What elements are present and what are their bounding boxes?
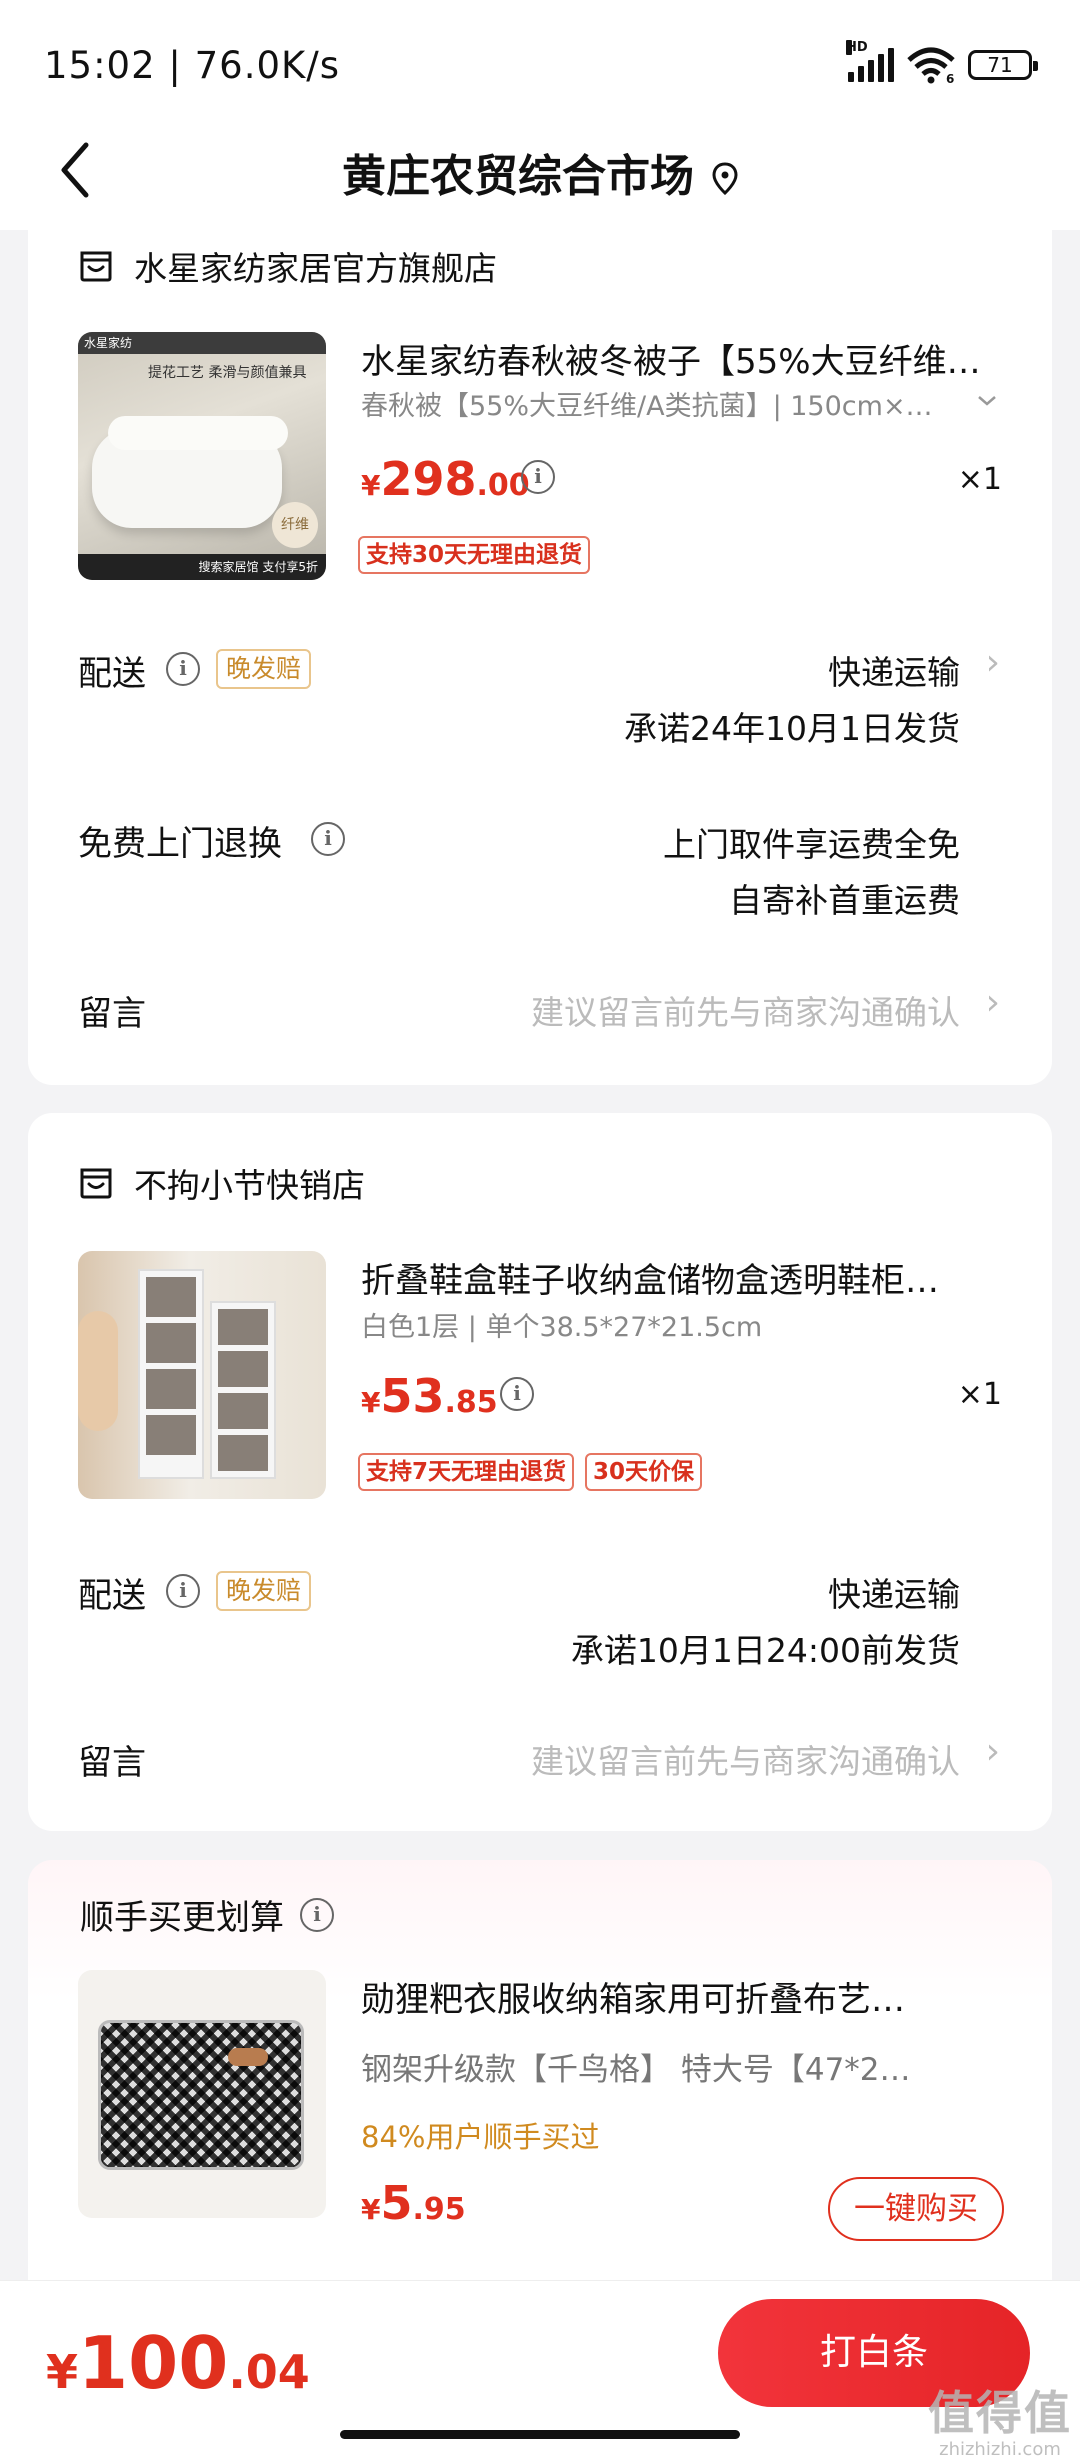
thumb-shoebox-column bbox=[138, 1269, 204, 1479]
delivery-promise: 承诺10月1日24:00前发货 bbox=[570, 1631, 960, 1670]
return-info-icon[interactable]: i bbox=[311, 822, 345, 856]
store-header[interactable]: 水星家纺家居官方旗舰店 bbox=[78, 242, 497, 290]
battery-icon: 71 bbox=[968, 50, 1038, 80]
product-price: ¥298.00 bbox=[361, 452, 530, 506]
late-compensation-tag: 晚发赔 bbox=[216, 1571, 312, 1611]
delivery-info-icon[interactable]: i bbox=[166, 652, 200, 686]
chevron-down-icon[interactable] bbox=[976, 394, 998, 408]
product-price: ¥5.95 bbox=[361, 2176, 466, 2230]
chevron-right-icon[interactable]: › bbox=[986, 982, 1000, 1023]
quick-buy-button[interactable]: 一键购买 bbox=[828, 2177, 1004, 2241]
delivery-promise: 承诺24年10月1日发货 bbox=[624, 709, 960, 748]
product-quantity: ×1 bbox=[957, 462, 1002, 497]
product-price: ¥53.85 bbox=[361, 1369, 498, 1423]
chevron-right-icon[interactable]: › bbox=[986, 1731, 1000, 1772]
return-policy-tag: 支持30天无理由退货 bbox=[358, 536, 591, 574]
price-info-icon[interactable]: i bbox=[500, 1377, 534, 1411]
location-pin-icon[interactable] bbox=[712, 162, 738, 196]
product-title[interactable]: 折叠鞋盒鞋子收纳盒储物盒透明鞋柜… bbox=[361, 1253, 1021, 1302]
product-title[interactable]: 水星家纺春秋被冬被子【55%大豆纤维… bbox=[361, 334, 1021, 383]
thumb-handle bbox=[228, 2048, 268, 2066]
delivery-info-icon[interactable]: i bbox=[166, 1574, 200, 1608]
signal-icon: HD bbox=[846, 40, 894, 82]
upsell-title: 顺手买更划算 bbox=[80, 1898, 284, 1938]
store-name: 水星家纺家居官方旗舰店 bbox=[134, 249, 497, 288]
thumb-person-shape bbox=[78, 1311, 118, 1431]
thumb-banner: 搜索家居馆 支付享5折 bbox=[78, 554, 326, 580]
thumb-headline: 提花工艺 柔滑与颜值兼具 bbox=[148, 365, 307, 381]
social-proof-text: 84%用户顺手买过 bbox=[361, 2120, 600, 2154]
home-indicator[interactable] bbox=[340, 2430, 740, 2439]
watermark: 值得值 zhizhizhi.com bbox=[928, 2377, 1072, 2460]
thumb-brand: 水星家纺 bbox=[78, 332, 326, 354]
return-service-line1: 上门取件享运费全免 bbox=[663, 825, 960, 864]
product-spec[interactable]: 白色1层 | 单个38.5*27*21.5cm bbox=[361, 1305, 762, 1344]
hd-label: HD bbox=[846, 40, 868, 55]
product-thumbnail[interactable] bbox=[78, 1251, 326, 1499]
product-title[interactable]: 勋狸粑衣服收纳箱家用可折叠布艺… bbox=[361, 1972, 1021, 2021]
thumb-badge: 纤维 bbox=[272, 502, 318, 548]
product-thumbnail[interactable] bbox=[78, 1970, 326, 2218]
product-quantity: ×1 bbox=[957, 1377, 1002, 1412]
thumb-shoebox-column bbox=[210, 1301, 276, 1479]
total-price: ¥100.04 bbox=[46, 2321, 310, 2405]
watermark-logo: 值得值 bbox=[928, 2386, 1072, 2440]
late-compensation-tag: 晚发赔 bbox=[216, 649, 312, 689]
message-input[interactable]: 建议留言前先与商家沟通确认 bbox=[531, 986, 960, 1034]
store-icon bbox=[80, 251, 112, 282]
status-icons: HD 6 71 bbox=[846, 40, 1038, 84]
thumb-duvet-top bbox=[108, 416, 288, 450]
return-policy-tag: 支持7天无理由退货 bbox=[358, 1453, 575, 1491]
return-service-line2: 自寄补首重运费 bbox=[729, 881, 960, 920]
price-info-icon[interactable]: i bbox=[521, 460, 555, 494]
store-card-1: 水星家纺家居官方旗舰店 水星家纺 提花工艺 柔滑与颜值兼具 纤维 搜索家居馆 支… bbox=[28, 212, 1052, 1085]
watermark-url: zhizhizhi.com bbox=[939, 2439, 1061, 2460]
message-input[interactable]: 建议留言前先与商家沟通确认 bbox=[531, 1735, 960, 1783]
delivery-label: 配送 bbox=[78, 1576, 146, 1616]
message-label: 留言 bbox=[78, 994, 146, 1034]
delivery-method[interactable]: 快递运输 bbox=[828, 646, 960, 694]
upsell-info-icon[interactable]: i bbox=[300, 1897, 334, 1932]
delivery-label: 配送 bbox=[78, 654, 146, 694]
delivery-method[interactable]: 快递运输 bbox=[828, 1568, 960, 1616]
page-title-text: 黄庄农贸综合市场 bbox=[342, 151, 694, 202]
status-time: 15:02 | 76.0K/s bbox=[44, 44, 341, 87]
page-title: 黄庄农贸综合市场 bbox=[0, 140, 1080, 204]
store-card-2: 不拘小节快销店 折叠鞋盒鞋子收纳盒储物盒透明鞋柜… 白色1层 | 单个38.5*… bbox=[28, 1113, 1052, 1831]
store-icon bbox=[80, 1168, 112, 1199]
checkout-bar: ¥100.04 打白条 值得值 zhizhizhi.com bbox=[0, 2280, 1080, 2460]
thumb-storage-box bbox=[98, 2020, 304, 2170]
return-service-label: 免费上门退换 bbox=[78, 824, 282, 864]
product-thumbnail[interactable]: 水星家纺 提花工艺 柔滑与颜值兼具 纤维 搜索家居馆 支付享5折 bbox=[78, 332, 326, 580]
message-label: 留言 bbox=[78, 1743, 146, 1783]
upsell-header: 顺手买更划算 i bbox=[80, 1890, 334, 1939]
svg-text:6: 6 bbox=[946, 72, 954, 84]
wifi-icon: 6 bbox=[907, 47, 955, 84]
chevron-right-icon[interactable]: › bbox=[986, 642, 1000, 683]
product-spec[interactable]: 春秋被【55%大豆纤维/A类抗菌】| 150cm×… bbox=[361, 384, 933, 423]
price-protection-tag: 30天价保 bbox=[585, 1453, 703, 1491]
product-spec[interactable]: 钢架升级款【千鸟格】 特大号【47*2… bbox=[361, 2044, 911, 2089]
store-header[interactable]: 不拘小节快销店 bbox=[78, 1159, 365, 1207]
battery-level: 71 bbox=[987, 53, 1013, 77]
store-name: 不拘小节快销店 bbox=[134, 1166, 365, 1205]
